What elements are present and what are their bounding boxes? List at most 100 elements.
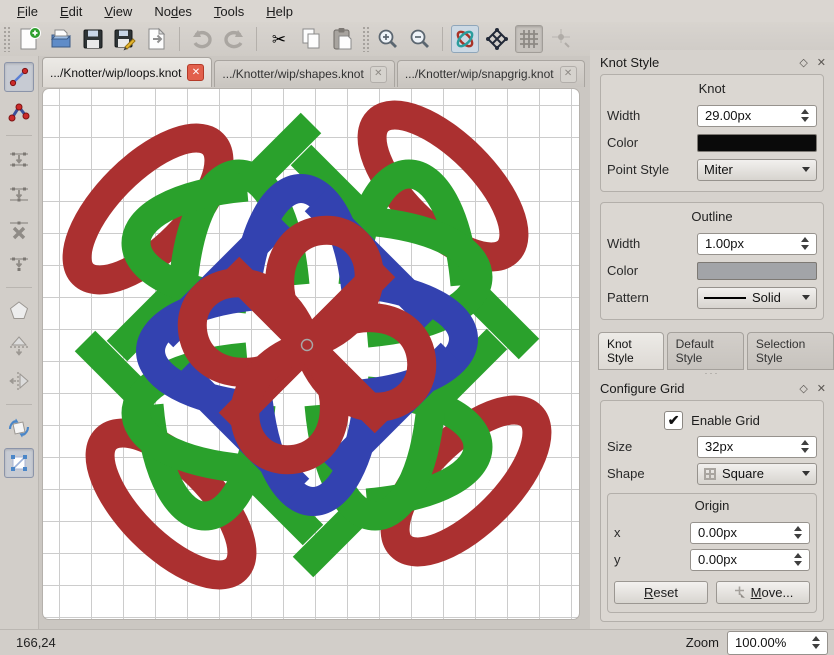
remove-node-button[interactable] (4, 214, 34, 244)
menu-help[interactable]: Help (255, 2, 304, 21)
float-panel-icon[interactable]: ◇ (799, 382, 807, 395)
edge-tool-button[interactable] (4, 62, 34, 92)
tab-close-button[interactable]: ✕ (560, 66, 577, 83)
close-panel-icon[interactable]: ✕ (817, 56, 826, 69)
enable-grid-label: Enable Grid (691, 413, 760, 428)
doc-tab-title: .../Knotter/wip/snapgrig.knot (405, 67, 554, 81)
menu-nodes[interactable]: Nodes (143, 2, 203, 21)
pattern-label: Pattern (607, 290, 697, 305)
grid-shape-combobox[interactable]: Square (697, 463, 817, 485)
style-tab-bar: Knot Style Default Style Selection Style (598, 332, 834, 370)
zoom-out-button[interactable] (406, 25, 434, 53)
cut-button[interactable]: ✂ (265, 25, 293, 53)
float-panel-icon[interactable]: ◇ (799, 56, 807, 69)
square-grid-icon (704, 468, 716, 480)
spinner-buttons[interactable] (797, 440, 816, 453)
origin-x-spinbox[interactable]: 0.00px (690, 522, 810, 544)
scale-select-tool-button[interactable] (4, 448, 34, 478)
status-bar: 166,24 Zoom 100.00% (0, 629, 834, 655)
knot-display-icon (452, 26, 478, 52)
spinner-buttons[interactable] (790, 526, 809, 539)
merge-node-icon (7, 252, 31, 276)
insert-edge-node-button[interactable] (4, 144, 34, 174)
sidebar-separator (6, 135, 32, 136)
grid-icon (516, 26, 542, 52)
edge-tool-icon (7, 65, 31, 89)
menu-edit[interactable]: Edit (49, 2, 93, 21)
undo-button[interactable] (188, 25, 216, 53)
menu-view[interactable]: View (93, 2, 143, 21)
origin-y-spinbox[interactable]: 0.00px (690, 549, 810, 571)
export-icon (144, 26, 170, 52)
move-origin-button[interactable]: Move... (716, 581, 810, 604)
menu-file[interactable]: File (6, 2, 49, 21)
enable-grid-checkbox[interactable]: ✔ (664, 411, 683, 430)
tab-selection-style[interactable]: Selection Style (747, 332, 834, 370)
tab-knot-style[interactable]: Knot Style (598, 332, 664, 370)
knot-canvas[interactable] (39, 87, 590, 630)
node-chain-tool-button[interactable] (4, 97, 34, 127)
tab-default-style[interactable]: Default Style (667, 332, 744, 370)
paste-button[interactable] (329, 25, 357, 53)
insert-node-button[interactable] (4, 179, 34, 209)
knot-color-label: Color (607, 135, 697, 150)
knot-display-toggle[interactable] (451, 25, 479, 53)
reset-origin-button[interactable]: Reset (614, 581, 708, 604)
zoom-spinbox[interactable]: 100.00% (727, 631, 828, 655)
right-dock: Knot Style ◇ ✕ Knot Width 29.00px Color … (590, 50, 834, 630)
grid-toggle-button[interactable] (515, 25, 543, 53)
tab-close-button[interactable]: ✕ (370, 66, 387, 83)
rotate-tool-icon (7, 416, 31, 440)
copy-button[interactable] (297, 25, 325, 53)
open-button[interactable] (47, 25, 75, 53)
doc-tab-loops[interactable]: .../Knotter/wip/loops.knot ✕ (42, 57, 212, 87)
save-button[interactable] (79, 25, 107, 53)
doc-tab-shapes[interactable]: .../Knotter/wip/shapes.knot ✕ (214, 60, 394, 87)
spinner-buttons[interactable] (790, 553, 809, 566)
knot-width-spinbox[interactable]: 29.00px (697, 105, 817, 127)
doc-tab-snapgrig[interactable]: .../Knotter/wip/snapgrig.knot ✕ (397, 60, 585, 87)
outline-width-spinbox[interactable]: 1.00px (697, 233, 817, 255)
rotate-tool-button[interactable] (4, 413, 34, 443)
outline-color-swatch[interactable] (697, 262, 817, 280)
flip-horizontal-button[interactable] (4, 366, 34, 396)
polygon-tool-button[interactable] (4, 296, 34, 326)
grid-settings-box: ✔ Enable Grid Size 32px Shape Square (600, 400, 824, 622)
open-icon (48, 26, 74, 52)
tab-close-button[interactable]: ✕ (187, 64, 204, 81)
outline-group-title: Outline (607, 209, 817, 224)
panel-title: Knot Style (600, 55, 790, 70)
remove-node-icon (7, 217, 31, 241)
grid-shape-label: Shape (607, 466, 697, 481)
new-document-button[interactable] (15, 25, 43, 53)
flip-vertical-button[interactable] (4, 331, 34, 361)
celtic-knot-drawing (43, 89, 579, 619)
move-cursor-icon (733, 586, 746, 599)
node-chain-tool-icon (7, 100, 31, 124)
spinner-buttons[interactable] (797, 109, 816, 122)
cursor-coordinates: 166,24 (16, 635, 56, 650)
save-as-button[interactable] (111, 25, 139, 53)
zoom-in-button[interactable] (374, 25, 402, 53)
knot-color-swatch[interactable] (697, 134, 817, 152)
spinner-buttons[interactable] (797, 237, 816, 250)
export-button[interactable] (143, 25, 171, 53)
grid-size-spinbox[interactable]: 32px (697, 436, 817, 458)
node-knot-button[interactable] (483, 25, 511, 53)
merge-node-button[interactable] (4, 249, 34, 279)
knot-page[interactable] (42, 88, 580, 620)
sidebar-separator (6, 287, 32, 288)
toolbar-separator (179, 27, 180, 51)
scale-select-tool-icon (7, 451, 31, 475)
toolbar-drag-handle[interactable] (362, 26, 369, 52)
snap-node-button[interactable] (547, 25, 575, 53)
pattern-combobox[interactable]: Solid (697, 287, 817, 309)
panel-title: Configure Grid (600, 381, 790, 396)
menu-tools[interactable]: Tools (203, 2, 255, 21)
redo-button[interactable] (220, 25, 248, 53)
spinner-buttons[interactable] (808, 636, 827, 649)
point-style-combobox[interactable]: Miter (697, 159, 817, 181)
close-panel-icon[interactable]: ✕ (817, 382, 826, 395)
dock-splitter-handle[interactable]: ··· (590, 370, 834, 376)
toolbar-drag-handle[interactable] (3, 26, 10, 52)
